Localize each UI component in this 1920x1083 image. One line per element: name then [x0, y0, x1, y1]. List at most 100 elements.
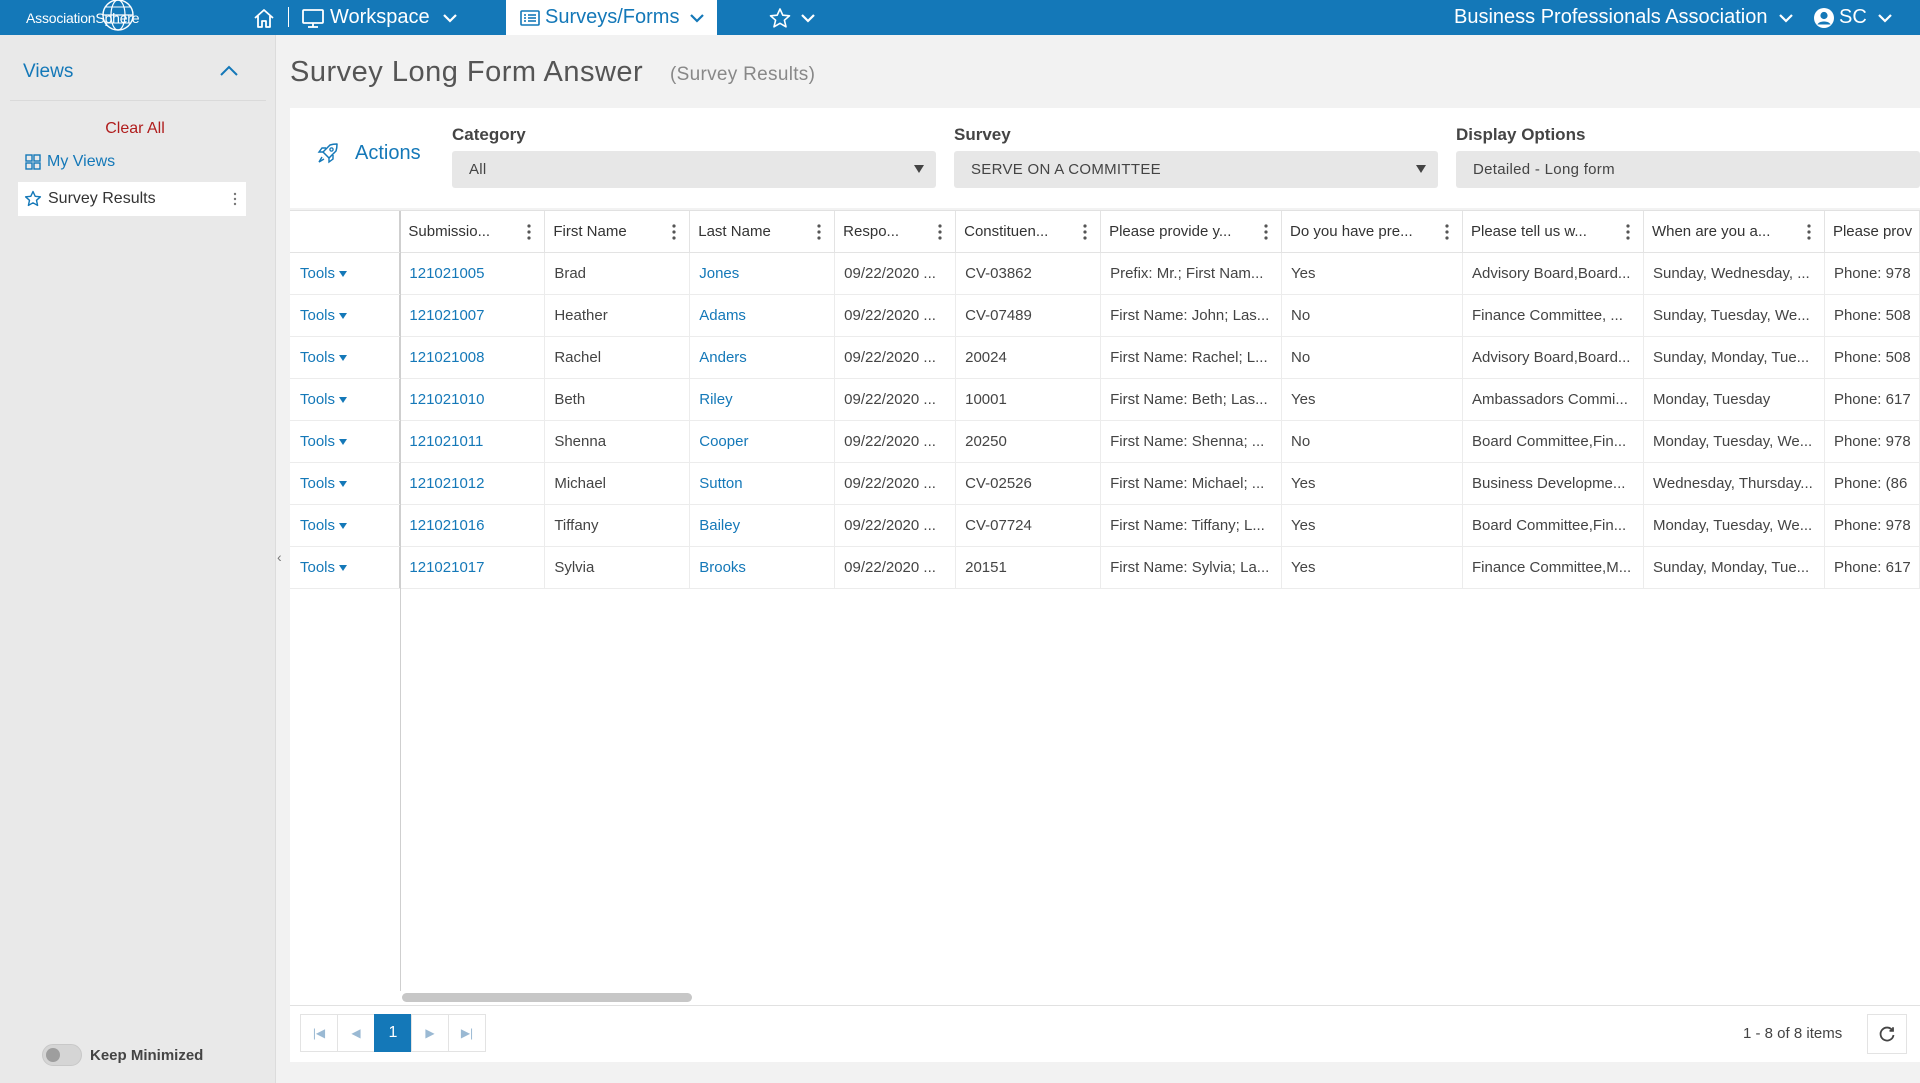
- tools-menu[interactable]: Tools: [290, 504, 401, 547]
- refresh-button[interactable]: [1867, 1014, 1907, 1054]
- last-name-cell[interactable]: Riley: [689, 378, 836, 421]
- pager: |◀ ◀ 1 ▶ ▶| 1 - 8 of 8 items: [290, 1005, 1920, 1062]
- phone-cell: Phone: (86: [1824, 462, 1920, 505]
- column-menu-icon[interactable]: [526, 223, 532, 241]
- column-header-response[interactable]: Respo...: [834, 211, 957, 253]
- submission-id-cell[interactable]: 121021011: [399, 420, 546, 463]
- last-name-cell[interactable]: Anders: [689, 336, 836, 379]
- first-name-cell: Brad: [544, 252, 691, 295]
- column-header-please-provide[interactable]: Please provide y...: [1100, 211, 1283, 253]
- clear-all-button[interactable]: Clear All: [0, 120, 270, 138]
- user-menu[interactable]: SC: [1813, 0, 1895, 35]
- tools-menu[interactable]: Tools: [290, 462, 401, 505]
- first-name-cell: Heather: [544, 294, 691, 337]
- table-row: Tools 121021017 Sylvia Brooks 09/22/2020 ...…: [290, 546, 1920, 589]
- column-header-please-tell[interactable]: Please tell us w...: [1462, 211, 1644, 253]
- column-menu-icon[interactable]: [937, 223, 943, 241]
- last-name-cell[interactable]: Jones: [689, 252, 836, 295]
- survey-select[interactable]: SERVE ON A COMMITTEE: [954, 151, 1438, 188]
- app-logo[interactable]: AssociationSphere: [26, 0, 140, 35]
- tools-menu[interactable]: Tools: [290, 294, 401, 337]
- response-date-cell: 09/22/2020 ...: [834, 294, 957, 337]
- submission-id-cell[interactable]: 121021005: [399, 252, 546, 295]
- horizontal-scrollbar[interactable]: [402, 993, 692, 1002]
- when-are-you-cell: Wednesday, Thursday...: [1643, 462, 1825, 505]
- submission-id-cell[interactable]: 121021017: [399, 546, 546, 589]
- chevron-up-icon[interactable]: [217, 63, 241, 79]
- last-name-cell[interactable]: Bailey: [689, 504, 836, 547]
- more-options-icon[interactable]: [232, 191, 238, 207]
- tools-menu[interactable]: Tools: [290, 420, 401, 463]
- surveys-forms-menu[interactable]: Surveys/Forms: [506, 0, 717, 35]
- constituent-id-cell: CV-07489: [955, 294, 1102, 337]
- column-header-when-are-you[interactable]: When are you a...: [1643, 211, 1825, 253]
- submission-id-cell[interactable]: 121021008: [399, 336, 546, 379]
- tools-menu[interactable]: Tools: [290, 252, 401, 295]
- column-menu-icon[interactable]: [1082, 223, 1088, 241]
- do-you-have-cell: Yes: [1281, 546, 1463, 589]
- current-page-button[interactable]: 1: [374, 1014, 412, 1052]
- last-page-button[interactable]: ▶|: [448, 1014, 486, 1052]
- first-name-cell: Tiffany: [544, 504, 691, 547]
- please-provide-cell: First Name: Beth; Las...: [1100, 378, 1283, 421]
- sidebar-item-survey-results[interactable]: Survey Results: [18, 182, 246, 216]
- first-page-button[interactable]: |◀: [300, 1014, 338, 1052]
- tools-label: Tools: [300, 348, 336, 366]
- tools-label: Tools: [300, 390, 336, 408]
- last-name-cell[interactable]: Adams: [689, 294, 836, 337]
- header-row: Submissio... First Name Last Name Respo.…: [290, 211, 1920, 253]
- previous-page-button[interactable]: ◀: [337, 1014, 375, 1052]
- submission-id-cell[interactable]: 121021012: [399, 462, 546, 505]
- column-header-submission[interactable]: Submissio...: [399, 211, 546, 253]
- workspace-label: Workspace: [330, 6, 430, 28]
- keep-minimized-label: Keep Minimized: [90, 1046, 204, 1064]
- display-options-value: Detailed - Long form: [1473, 161, 1615, 178]
- survey-label: Survey: [954, 125, 1011, 144]
- category-value: All: [469, 161, 487, 178]
- last-name-cell[interactable]: Sutton: [689, 462, 836, 505]
- column-header-do-you-have[interactable]: Do you have pre...: [1281, 211, 1463, 253]
- do-you-have-cell: No: [1281, 294, 1463, 337]
- actions-button[interactable]: Actions: [316, 141, 421, 165]
- please-tell-cell: Board Committee,Fin...: [1462, 504, 1644, 547]
- views-title: Views: [23, 61, 74, 82]
- tools-menu[interactable]: Tools: [290, 378, 401, 421]
- constituent-id-cell: CV-03862: [955, 252, 1102, 295]
- display-options-select[interactable]: Detailed - Long form: [1456, 151, 1920, 188]
- caret-down-icon: [339, 564, 348, 571]
- last-name-cell[interactable]: Brooks: [689, 546, 836, 589]
- tools-menu[interactable]: Tools: [290, 336, 401, 379]
- category-select[interactable]: All: [452, 151, 936, 188]
- when-are-you-cell: Sunday, Monday, Tue...: [1643, 546, 1825, 589]
- constituent-id-cell: 20024: [955, 336, 1102, 379]
- column-menu-icon[interactable]: [1806, 223, 1812, 241]
- tools-menu[interactable]: Tools: [290, 546, 401, 589]
- column-header-first-name[interactable]: First Name: [544, 211, 691, 253]
- home-button[interactable]: [252, 0, 276, 35]
- do-you-have-cell: Yes: [1281, 252, 1463, 295]
- organization-menu[interactable]: Business Professionals Association: [1454, 0, 1796, 35]
- collapse-sidebar-icon[interactable]: ‹: [277, 549, 282, 565]
- my-views-item[interactable]: My Views: [24, 153, 115, 171]
- keep-minimized-toggle[interactable]: [42, 1044, 82, 1066]
- next-page-button[interactable]: ▶: [411, 1014, 449, 1052]
- submission-id-cell[interactable]: 121021010: [399, 378, 546, 421]
- submission-id-cell[interactable]: 121021016: [399, 504, 546, 547]
- table-row: Tools 121021008 Rachel Anders 09/22/2020 ...…: [290, 336, 1920, 379]
- column-menu-icon[interactable]: [1444, 223, 1450, 241]
- column-menu-icon[interactable]: [671, 223, 677, 241]
- favorites-menu[interactable]: [768, 0, 818, 35]
- workspace-menu[interactable]: Workspace: [301, 0, 460, 35]
- column-menu-icon[interactable]: [816, 223, 822, 241]
- column-menu-icon[interactable]: [1263, 223, 1269, 241]
- please-provide-cell: First Name: Rachel; L...: [1100, 336, 1283, 379]
- column-header-constituent[interactable]: Constituen...: [955, 211, 1102, 253]
- submission-id-cell[interactable]: 121021007: [399, 294, 546, 337]
- constituent-id-cell: 20250: [955, 420, 1102, 463]
- column-header-please-prov[interactable]: Please prov: [1824, 211, 1920, 253]
- survey-value: SERVE ON A COMMITTEE: [971, 161, 1161, 178]
- keep-minimized-control[interactable]: Keep Minimized: [42, 1044, 203, 1066]
- column-menu-icon[interactable]: [1625, 223, 1631, 241]
- column-header-last-name[interactable]: Last Name: [689, 211, 836, 253]
- last-name-cell[interactable]: Cooper: [689, 420, 836, 463]
